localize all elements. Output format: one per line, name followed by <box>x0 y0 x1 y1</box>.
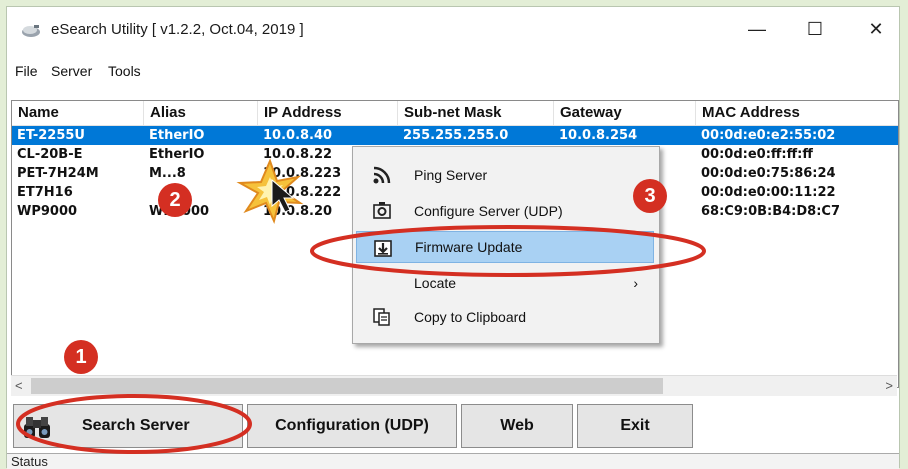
step-badge-2: 2 <box>158 183 192 217</box>
highlight-ellipse-search <box>16 394 252 454</box>
annotation-overlay <box>16 158 706 454</box>
step-badge-1: 1 <box>64 340 98 374</box>
highlight-ellipse-firmware <box>310 225 706 277</box>
step-badge-3: 3 <box>633 179 667 213</box>
click-burst-icon <box>236 158 304 225</box>
